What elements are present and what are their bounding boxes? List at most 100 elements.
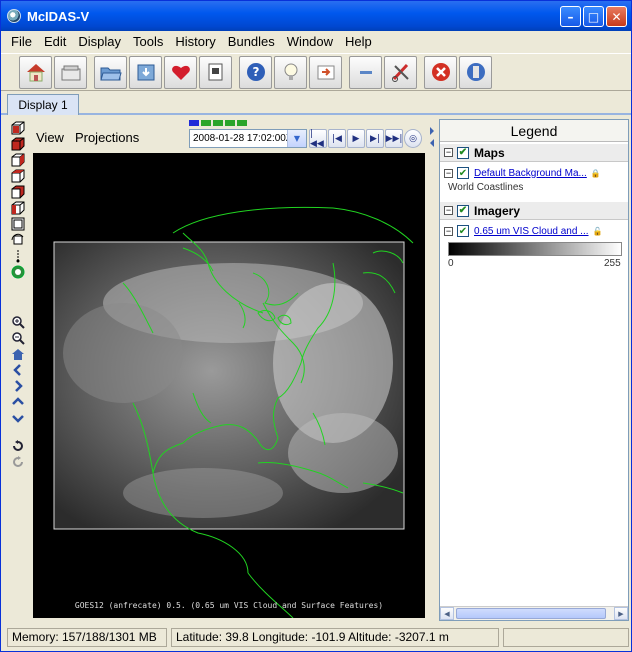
play-button[interactable]: ▶: [347, 129, 365, 148]
cut-icon: [391, 63, 409, 82]
legend-layer-vis-imagery[interactable]: − ✔ 0.65 um VIS Cloud and ... 🔓: [440, 222, 628, 240]
chevron-down-icon[interactable]: ▼: [287, 130, 306, 147]
pan-up-icon[interactable]: [11, 395, 25, 409]
minimize-tool-button[interactable]: [349, 55, 382, 89]
lock-icon[interactable]: 🔒: [591, 169, 601, 178]
color-scale-bar[interactable]: [448, 242, 622, 256]
collapse-icon[interactable]: −: [444, 168, 453, 178]
zoom-in-icon[interactable]: [11, 315, 25, 329]
satellite-map: [33, 153, 425, 618]
legend-horizontal-scrollbar[interactable]: ◀ ▶: [440, 606, 628, 620]
main-toolbar: ?: [1, 53, 631, 91]
home-button[interactable]: [19, 55, 52, 89]
legend-group-maps[interactable]: − ✔ Maps: [440, 144, 628, 162]
menu-help[interactable]: Help: [339, 34, 378, 49]
legend-panel: Legend − ✔ Maps − ✔ Default Background M…: [439, 119, 629, 621]
frame-indicator: [237, 120, 247, 126]
imagery-visibility-checkbox[interactable]: ✔: [457, 204, 469, 217]
pan-down-icon[interactable]: [11, 411, 25, 425]
redo-view-icon[interactable]: [11, 455, 25, 469]
legend-group-imagery[interactable]: − ✔ Imagery: [440, 202, 628, 220]
reset-view-icon[interactable]: [11, 347, 25, 361]
pan-left-icon[interactable]: [11, 363, 25, 377]
forward-button[interactable]: [309, 55, 342, 89]
minimize-button[interactable]: –: [560, 6, 581, 27]
unlock-icon[interactable]: 🔓: [593, 227, 603, 236]
group-label: Imagery: [474, 203, 521, 218]
top-view-icon[interactable]: [11, 137, 25, 151]
collapse-icon[interactable]: −: [444, 226, 453, 236]
animation-settings-button[interactable]: ◎: [404, 129, 422, 148]
scroll-left-button[interactable]: ◀: [440, 607, 454, 620]
legend-layer-background-map[interactable]: − ✔ Default Background Ma... 🔒: [440, 164, 628, 182]
display-tabs: Display 1: [1, 93, 631, 115]
menu-bundles[interactable]: Bundles: [222, 34, 281, 49]
cut-button[interactable]: [384, 55, 417, 89]
north-view-icon[interactable]: [11, 169, 25, 183]
layer-link[interactable]: 0.65 um VIS Cloud and ...: [474, 226, 589, 237]
stop-icon: [431, 63, 450, 81]
rotate-view-icon[interactable]: [11, 233, 25, 247]
exit-icon: [466, 63, 485, 81]
main-window: McIDAS-V – □ ✕ File Edit Display Tools H…: [0, 0, 632, 652]
favorite-heart-icon: [171, 65, 190, 80]
close-button[interactable]: ✕: [606, 6, 627, 27]
scroll-right-button[interactable]: ▶: [614, 607, 628, 620]
menu-history[interactable]: History: [169, 34, 221, 49]
maximize-button[interactable]: □: [583, 6, 604, 27]
layer-link[interactable]: Default Background Ma...: [474, 168, 587, 179]
blank-display-button[interactable]: [54, 55, 87, 89]
menu-edit[interactable]: Edit: [38, 34, 72, 49]
frame-indicator: [225, 120, 235, 126]
flat-view-icon[interactable]: [11, 217, 25, 231]
next-frame-button[interactable]: ▶|: [366, 129, 384, 148]
frame-indicator: [201, 120, 211, 126]
memory-status[interactable]: Memory: 157/188/1301 MB: [7, 627, 167, 647]
zoom-out-icon[interactable]: [11, 331, 25, 345]
view-menu[interactable]: View: [36, 130, 64, 145]
layer-visibility-checkbox[interactable]: ✔: [457, 167, 469, 179]
stop-button[interactable]: [424, 55, 457, 89]
svg-text:?: ?: [252, 65, 259, 79]
frame-indicator: [213, 120, 223, 126]
bottom-view-icon[interactable]: [11, 153, 25, 167]
perspective-view-icon[interactable]: [11, 121, 25, 135]
globe-view-icon[interactable]: [11, 265, 25, 279]
scroll-thumb[interactable]: [456, 608, 606, 619]
east-view-icon[interactable]: [11, 185, 25, 199]
view-tool-sidebar: [7, 119, 29, 619]
map-caption: GOES12 (anfrecate) 0.5. (0.65 um VIS Clo…: [74, 601, 384, 610]
exit-button[interactable]: [459, 55, 492, 89]
menu-tools[interactable]: Tools: [127, 34, 169, 49]
map-display[interactable]: GOES12 (anfrecate) 0.5. (0.65 um VIS Clo…: [33, 153, 425, 618]
collapse-icon[interactable]: −: [444, 148, 453, 157]
south-view-icon[interactable]: [11, 201, 25, 215]
title-bar[interactable]: McIDAS-V – □ ✕: [1, 1, 631, 31]
vertical-scale-icon[interactable]: [11, 249, 25, 263]
projections-menu[interactable]: Projections: [75, 130, 139, 145]
save-bundle-button[interactable]: [129, 55, 162, 89]
help-button[interactable]: ?: [239, 55, 272, 89]
last-frame-button[interactable]: ▶▶|: [385, 129, 403, 148]
menu-display[interactable]: Display: [72, 34, 127, 49]
scale-max-label: 255: [604, 258, 621, 269]
group-label: Maps: [474, 145, 505, 160]
menu-window[interactable]: Window: [281, 34, 339, 49]
data-source-button[interactable]: [199, 55, 232, 89]
first-frame-button[interactable]: |◀◀: [309, 129, 327, 149]
minimize-icon: [359, 71, 372, 74]
previous-frame-button[interactable]: |◀: [328, 129, 346, 148]
home-icon: [26, 64, 45, 82]
collapse-icon[interactable]: −: [444, 206, 453, 215]
menu-file[interactable]: File: [5, 34, 38, 49]
status-message: [503, 627, 629, 647]
tip-button[interactable]: [274, 55, 307, 89]
layer-visibility-checkbox[interactable]: ✔: [457, 225, 469, 237]
panel-splitter[interactable]: [429, 119, 436, 623]
undo-view-icon[interactable]: [11, 439, 25, 453]
tab-display-1[interactable]: Display 1: [7, 94, 79, 115]
pan-right-icon[interactable]: [11, 379, 25, 393]
open-button[interactable]: [94, 55, 127, 89]
maps-visibility-checkbox[interactable]: ✔: [457, 146, 469, 159]
favorites-button[interactable]: [164, 55, 197, 89]
